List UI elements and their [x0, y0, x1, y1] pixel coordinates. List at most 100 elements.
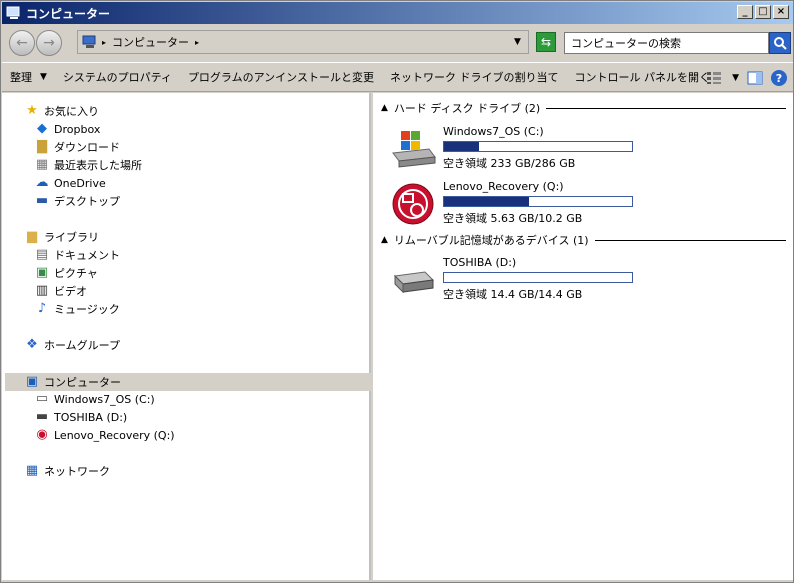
window-title: コンピューター	[26, 6, 111, 21]
nav-item-label: 最近表示した場所	[54, 159, 142, 172]
picture-icon: ▣	[35, 265, 49, 280]
breadcrumb-computer[interactable]: コンピューター	[112, 34, 189, 50]
nav-item-label: ビデオ	[54, 285, 87, 298]
uninstall-programs-button[interactable]: プログラムのアンインストールと変更	[180, 65, 382, 89]
windows-drive-icon	[392, 131, 436, 168]
drive-name: Lenovo_Recovery (Q:)	[443, 180, 564, 193]
nav-item-drive-q[interactable]: ◉ Lenovo_Recovery (Q:)	[34, 426, 175, 444]
address-dropdown-icon[interactable]: ▼	[514, 37, 521, 47]
nav-favorites-label: お気に入り	[44, 105, 99, 118]
drive-item[interactable]: TOSHIBA (D:) 空き領域 14.4 GB/14.4 GB	[389, 256, 639, 306]
search-button[interactable]	[769, 32, 791, 54]
nav-computer[interactable]: ▣ コンピューター	[24, 373, 121, 391]
nav-item-label: Lenovo_Recovery (Q:)	[54, 428, 175, 442]
library-icon: ▆	[27, 229, 37, 244]
cloud-icon: ☁	[35, 175, 49, 190]
chevron-down-icon: ▼	[40, 72, 47, 82]
group-divider	[594, 239, 786, 241]
nav-item-pictures[interactable]: ▣ ピクチャ	[34, 264, 98, 282]
drive-free-space: 空き領域 233 GB/286 GB	[443, 157, 576, 170]
drive-usage-bar	[443, 196, 633, 207]
nav-homegroup-label: ホームグループ	[44, 339, 121, 352]
close-button[interactable]: ×	[773, 5, 789, 19]
drive-name: Windows7_OS (C:)	[443, 125, 544, 138]
organize-button[interactable]: 整理 ▼	[2, 65, 55, 89]
breadcrumb-separator-icon[interactable]: ▸	[102, 38, 106, 47]
drive-usage-bar	[443, 141, 633, 152]
nav-item-music[interactable]: ♪ ミュージック	[34, 300, 120, 318]
drive-name: TOSHIBA (D:)	[443, 256, 517, 269]
document-icon: ▤	[35, 247, 49, 262]
nav-homegroup[interactable]: ❖ ホームグループ	[24, 336, 120, 354]
refresh-button[interactable]: ⇆	[536, 32, 556, 52]
drive-item[interactable]: Lenovo_Recovery (Q:) 空き領域 5.63 GB/10.2 G…	[389, 180, 639, 230]
windows-drive-icon: ▭	[35, 391, 49, 406]
group-header-removable[interactable]: ▲ リムーバブル記憶域があるデバイス (1)	[381, 232, 786, 248]
nav-network-label: ネットワーク	[44, 465, 110, 478]
drive-item[interactable]: Windows7_OS (C:) 空き領域 233 GB/286 GB	[389, 125, 639, 175]
group-divider	[546, 107, 786, 109]
nav-item-recent[interactable]: ▦ 最近表示した場所	[34, 156, 142, 174]
removable-drive-icon	[393, 271, 435, 294]
nav-network[interactable]: ▦ ネットワーク	[24, 462, 110, 480]
nav-item-label: ダウンロード	[54, 141, 120, 154]
drive-usage-bar	[443, 272, 633, 283]
open-control-panel-button[interactable]: コントロール パネルを開く	[566, 65, 718, 89]
map-network-drive-button[interactable]: ネットワーク ドライブの割り当て	[382, 65, 567, 89]
preview-pane-icon[interactable]	[747, 71, 763, 85]
computer-icon: ▣	[25, 374, 39, 389]
nav-item-label: Dropbox	[54, 122, 101, 136]
view-dropdown-icon[interactable]: ▼	[732, 73, 739, 83]
search-icon	[774, 37, 787, 50]
recovery-drive-icon: ◉	[36, 427, 48, 442]
maximize-button[interactable]: □	[755, 5, 771, 19]
star-icon: ★	[26, 103, 38, 118]
nav-item-desktop[interactable]: ▬ デスクトップ	[34, 192, 120, 210]
address-field[interactable]: ▸ コンピューター ▸	[77, 30, 529, 54]
view-options-icon[interactable]	[706, 71, 724, 85]
back-arrow-icon: ←	[16, 35, 28, 51]
collapse-triangle-icon: ▲	[381, 235, 388, 245]
drive-free-space: 空き領域 5.63 GB/10.2 GB	[443, 212, 583, 225]
music-icon: ♪	[37, 301, 47, 316]
nav-item-documents[interactable]: ▤ ドキュメント	[34, 246, 120, 264]
network-icon: ▦	[25, 463, 39, 478]
navigation-pane: ★ お気に入り ◆ Dropbox ▇ ダウンロード ▦ 最近表示した場所 ☁ …	[2, 93, 371, 580]
group-header-hdd[interactable]: ▲ ハード ディスク ドライブ (2)	[381, 100, 786, 116]
nav-item-onedrive[interactable]: ☁ OneDrive	[34, 174, 106, 192]
nav-item-downloads[interactable]: ▇ ダウンロード	[34, 138, 120, 156]
video-icon: ▥	[35, 283, 49, 298]
nav-favorites[interactable]: ★ お気に入り	[24, 102, 99, 120]
forward-button[interactable]: →	[36, 30, 62, 56]
address-bar-area: ← → ▸ コンピューター ▸ ▼ ⇆ コンピューターの検索	[2, 24, 793, 60]
dropbox-icon: ◆	[37, 121, 47, 136]
nav-item-drive-d[interactable]: ▬ TOSHIBA (D:)	[34, 408, 127, 426]
homegroup-icon: ❖	[26, 337, 38, 352]
nav-item-label: OneDrive	[54, 176, 106, 190]
computer-icon	[82, 35, 96, 48]
search-input[interactable]: コンピューターの検索	[564, 32, 769, 54]
recent-places-icon: ▦	[35, 157, 49, 172]
nav-item-label: デスクトップ	[54, 195, 120, 208]
system-properties-button[interactable]: システムのプロパティ	[55, 65, 180, 89]
nav-libraries[interactable]: ▆ ライブラリ	[24, 228, 99, 246]
nav-item-drive-c[interactable]: ▭ Windows7_OS (C:)	[34, 390, 155, 408]
help-button[interactable]: ?	[771, 70, 787, 86]
drive-usage-fill	[444, 197, 529, 206]
nav-libraries-label: ライブラリ	[44, 231, 99, 244]
nav-item-label: ミュージック	[54, 303, 120, 316]
nav-item-dropbox[interactable]: ◆ Dropbox	[34, 120, 100, 138]
drive-free-space: 空き領域 14.4 GB/14.4 GB	[443, 288, 583, 301]
minimize-button[interactable]: _	[737, 5, 753, 19]
forward-arrow-icon: →	[43, 35, 55, 51]
organize-label: 整理	[10, 71, 32, 84]
nav-item-videos[interactable]: ▥ ビデオ	[34, 282, 87, 300]
drive-usage-fill	[444, 142, 479, 151]
content-pane: ▲ ハード ディスク ドライブ (2) Windows7_OS (C:) 空き領…	[373, 93, 793, 580]
nav-item-label: Windows7_OS (C:)	[54, 392, 155, 406]
breadcrumb-separator-icon[interactable]: ▸	[195, 38, 199, 47]
download-folder-icon: ▇	[37, 139, 47, 154]
group-label: ハード ディスク ドライブ (2)	[393, 102, 541, 115]
back-button[interactable]: ←	[9, 30, 35, 56]
recovery-drive-icon	[392, 183, 434, 225]
